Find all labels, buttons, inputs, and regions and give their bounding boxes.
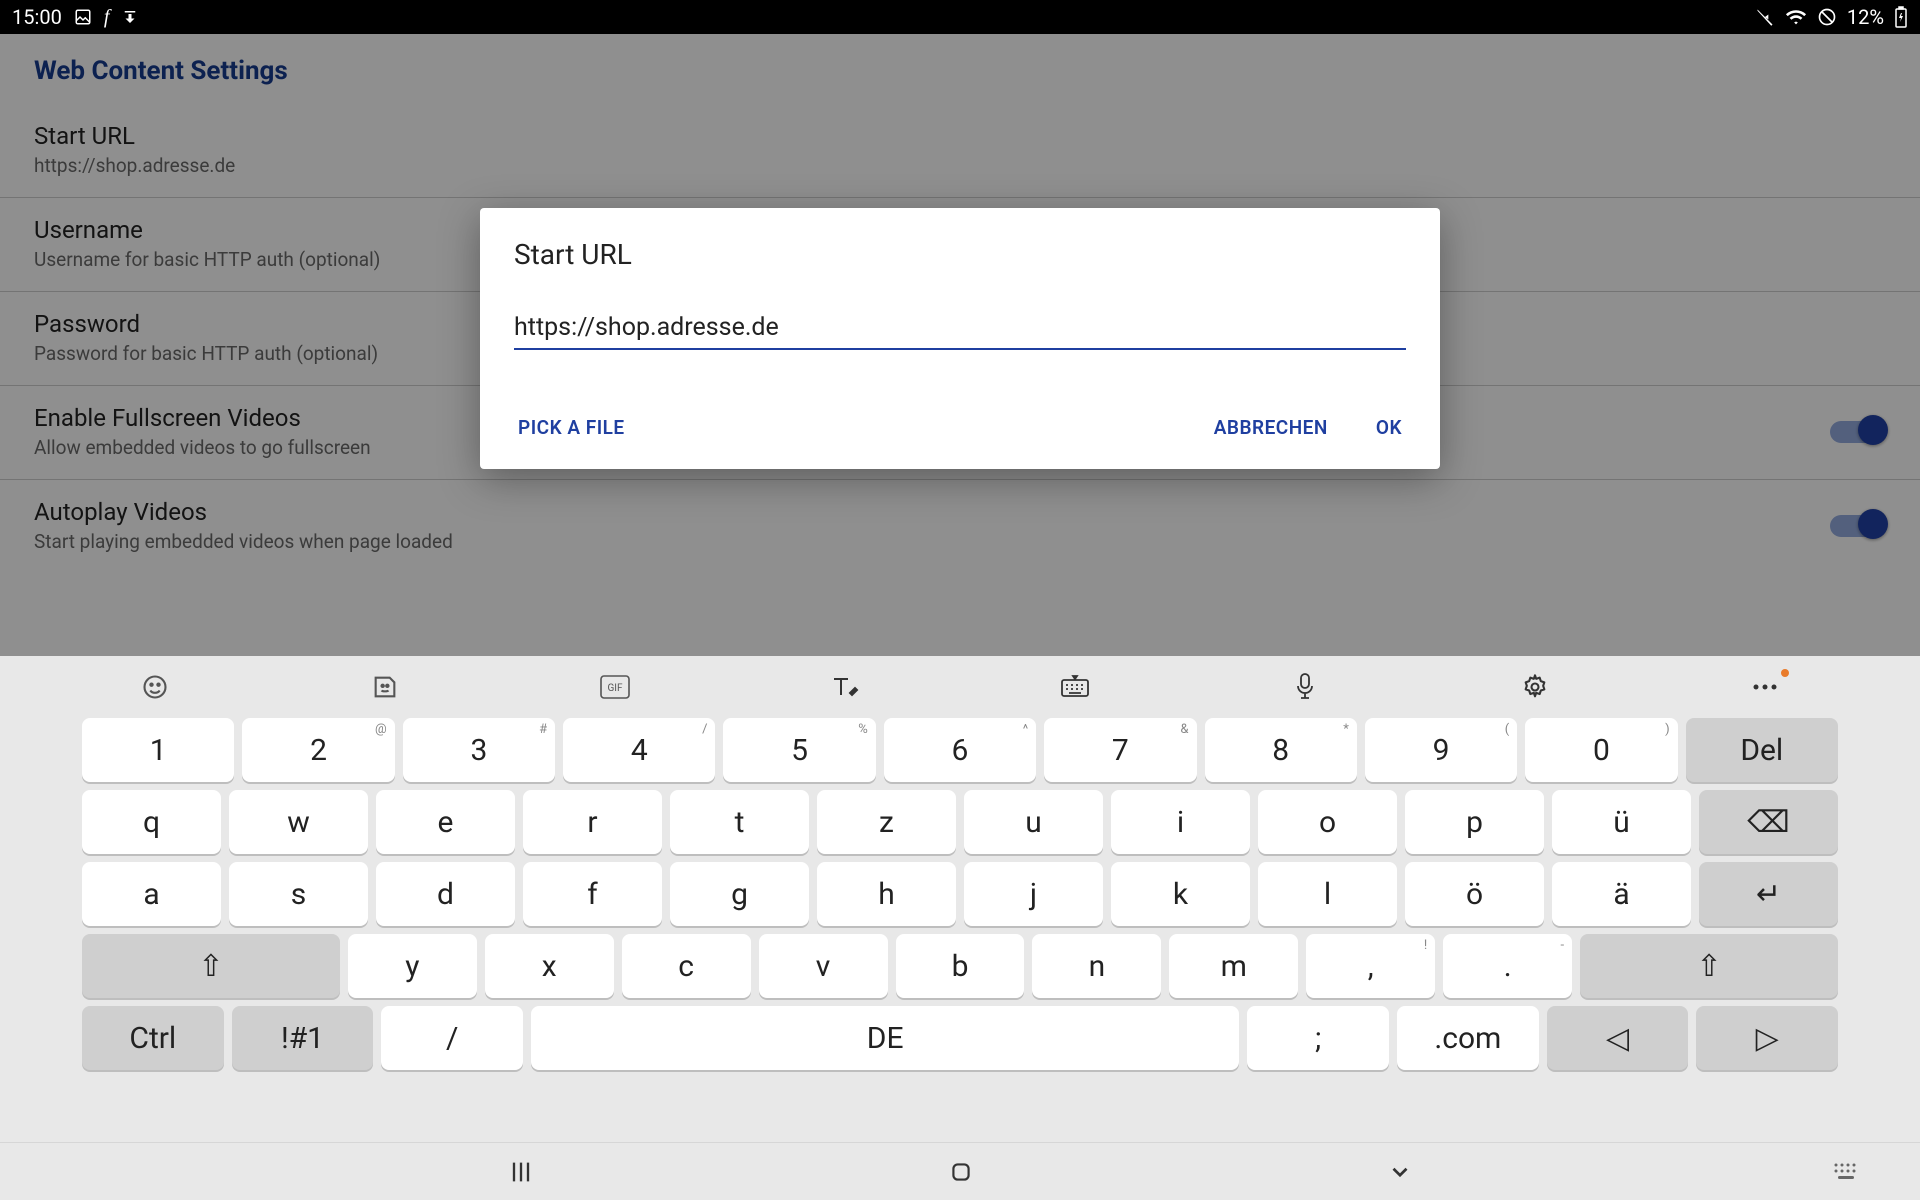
key-ü[interactable]: ü [1552, 790, 1691, 854]
key-⇧[interactable]: ⇧ [82, 934, 340, 998]
url-input[interactable] [514, 313, 1406, 342]
key-h[interactable]: h [817, 862, 956, 926]
battery-icon [1894, 6, 1908, 28]
key-j[interactable]: j [964, 862, 1103, 926]
soft-keyboard: GIF 12@3#4/5%6^7&8*9(0)Del qwertzuiopü⌫ as… [0, 656, 1920, 1200]
key-u[interactable]: u [964, 790, 1103, 854]
key-1[interactable]: 1 [82, 718, 234, 782]
recents-button[interactable] [507, 1158, 535, 1186]
sticker-icon[interactable] [365, 667, 405, 707]
text-edit-icon[interactable] [825, 667, 865, 707]
key-/[interactable]: / [381, 1006, 523, 1070]
wifi-icon [1785, 6, 1807, 28]
key-2[interactable]: 2@ [242, 718, 394, 782]
key-corner: & [1180, 722, 1188, 737]
key-corner: - [1561, 938, 1565, 953]
key-x[interactable]: x [485, 934, 614, 998]
key-corner: % [858, 722, 868, 737]
key-g[interactable]: g [670, 862, 809, 926]
key-8[interactable]: 8* [1205, 718, 1357, 782]
key-corner: ) [1665, 722, 1670, 737]
key-9[interactable]: 9( [1365, 718, 1517, 782]
key-corner: * [1343, 722, 1349, 737]
key-1[interactable]: !#1 [232, 1006, 374, 1070]
key-5[interactable]: 5% [723, 718, 875, 782]
key-n[interactable]: n [1032, 934, 1161, 998]
key-i[interactable]: i [1111, 790, 1250, 854]
keyboard-hide-button[interactable] [1832, 1161, 1860, 1183]
ok-button[interactable]: OK [1372, 408, 1406, 447]
key-d[interactable]: d [376, 862, 515, 926]
key-▷[interactable]: ▷ [1696, 1006, 1838, 1070]
back-button[interactable] [1387, 1159, 1413, 1185]
key-,[interactable]: ,! [1306, 934, 1435, 998]
key-e[interactable]: e [376, 790, 515, 854]
pick-file-button[interactable]: PICK A FILE [514, 408, 629, 447]
key-q[interactable]: q [82, 790, 221, 854]
key-ö[interactable]: ö [1405, 862, 1544, 926]
start-url-dialog: Start URL PICK A FILE ABBRECHEN OK [480, 208, 1440, 469]
key-l[interactable]: l [1258, 862, 1397, 926]
key-v[interactable]: v [759, 934, 888, 998]
emoji-icon[interactable] [135, 667, 175, 707]
more-icon[interactable] [1745, 667, 1785, 707]
key-Del[interactable]: Del [1686, 718, 1838, 782]
key-.[interactable]: .- [1443, 934, 1572, 998]
key-corner: / [702, 722, 707, 737]
key-corner: ! [1424, 938, 1427, 953]
status-time: 15:00 [12, 5, 62, 29]
android-navbar [0, 1142, 1920, 1200]
key-z[interactable]: z [817, 790, 956, 854]
key-◁[interactable]: ◁ [1547, 1006, 1689, 1070]
key-corner: # [539, 722, 547, 737]
download-icon [121, 8, 139, 26]
key-s[interactable]: s [229, 862, 368, 926]
key-k[interactable]: k [1111, 862, 1250, 926]
key-m[interactable]: m [1169, 934, 1298, 998]
keyboard-icon[interactable] [1055, 667, 1095, 707]
home-button[interactable] [948, 1159, 974, 1185]
key-y[interactable]: y [348, 934, 477, 998]
key-Ctrl[interactable]: Ctrl [82, 1006, 224, 1070]
picture-icon [74, 8, 92, 26]
key-0[interactable]: 0) [1525, 718, 1677, 782]
mic-icon[interactable] [1285, 667, 1325, 707]
key-b[interactable]: b [896, 934, 1025, 998]
svg-text:GIF: GIF [607, 683, 623, 694]
key-DE[interactable]: DE [531, 1006, 1239, 1070]
mute-icon [1755, 7, 1775, 27]
url-input-wrap [514, 313, 1406, 350]
key-ä[interactable]: ä [1552, 862, 1691, 926]
key-corner: ( [1505, 722, 1509, 737]
key-corner: ^ [1023, 722, 1028, 737]
status-battery: 12% [1847, 5, 1884, 29]
key-com[interactable]: .com [1397, 1006, 1539, 1070]
key-7[interactable]: 7& [1044, 718, 1196, 782]
key-w[interactable]: w [229, 790, 368, 854]
gif-icon[interactable]: GIF [595, 667, 635, 707]
dialog-title: Start URL [514, 238, 1406, 271]
key-o[interactable]: o [1258, 790, 1397, 854]
key-;[interactable]: ; [1247, 1006, 1389, 1070]
key-t[interactable]: t [670, 790, 809, 854]
key-3[interactable]: 3# [403, 718, 555, 782]
key-p[interactable]: p [1405, 790, 1544, 854]
key-↵[interactable]: ↵ [1699, 862, 1838, 926]
no-icon [1817, 7, 1837, 27]
cancel-button[interactable]: ABBRECHEN [1210, 408, 1332, 447]
key-c[interactable]: c [622, 934, 751, 998]
key-⇧[interactable]: ⇧ [1580, 934, 1838, 998]
key-f[interactable]: f [523, 862, 662, 926]
key-4[interactable]: 4/ [563, 718, 715, 782]
key-6[interactable]: 6^ [884, 718, 1036, 782]
key-⌫[interactable]: ⌫ [1699, 790, 1838, 854]
key-corner: @ [375, 722, 387, 737]
f-icon: f [104, 6, 110, 29]
key-a[interactable]: a [82, 862, 221, 926]
settings-icon[interactable] [1515, 667, 1555, 707]
key-r[interactable]: r [523, 790, 662, 854]
status-bar: 15:00 f 12% [0, 0, 1920, 34]
